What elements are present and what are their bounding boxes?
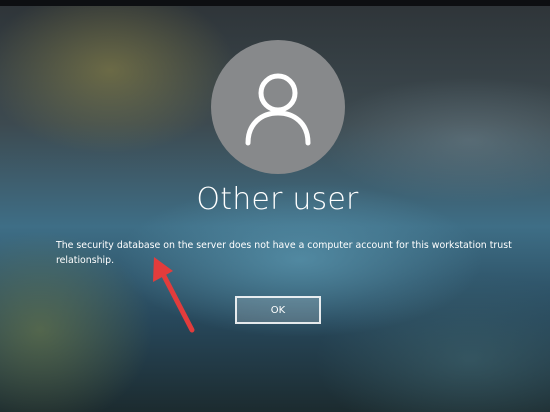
username-label: Other user [196, 182, 359, 217]
top-bar [0, 0, 550, 6]
user-silhouette-icon [245, 73, 311, 146]
ok-button-label: OK [270, 304, 286, 316]
red-arrow-icon [153, 257, 195, 333]
error-message: The security database on the server does… [56, 240, 512, 266]
ok-button[interactable]: OK [235, 296, 321, 324]
user-avatar [211, 40, 345, 174]
lock-screen: Other user The security database on the … [0, 0, 550, 412]
